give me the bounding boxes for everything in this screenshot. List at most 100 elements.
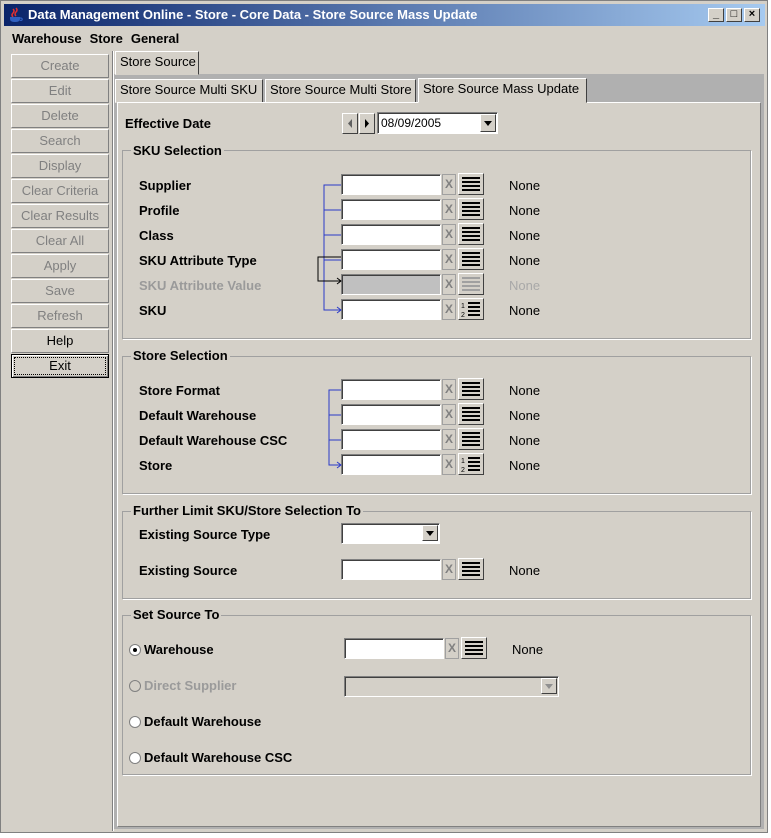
apply-button[interactable]: Apply — [11, 254, 109, 278]
tab-store-source[interactable]: Store Source — [115, 51, 199, 75]
search-button[interactable]: Search — [11, 129, 109, 153]
warehouse-source-input[interactable] — [344, 638, 444, 659]
default-warehouse-radio-label[interactable]: Default Warehouse — [144, 714, 261, 729]
default-warehouse-csc-radio[interactable] — [129, 752, 141, 764]
default-warehouse-csc-radio-label[interactable]: Default Warehouse CSC — [144, 750, 292, 765]
default-warehouse-csc-input[interactable] — [341, 429, 441, 450]
java-cup-icon — [10, 7, 23, 22]
effective-date-value: 08/09/2005 — [381, 116, 442, 130]
store-format-lookup-button[interactable] — [458, 378, 484, 400]
clear-icon[interactable]: X — [442, 404, 456, 425]
sku-attribute-value-input — [341, 274, 441, 295]
effective-date-combo[interactable]: 08/09/2005 — [377, 112, 498, 134]
date-next-button[interactable] — [359, 113, 375, 134]
set-source-title: Set Source To — [131, 607, 222, 622]
clear-icon[interactable]: X — [442, 199, 456, 220]
default-warehouse-input[interactable] — [341, 404, 441, 425]
clear-icon[interactable]: X — [442, 174, 456, 195]
default-warehouse-lookup-button[interactable] — [458, 403, 484, 425]
clear-results-button[interactable]: Clear Results — [11, 204, 109, 228]
class-input[interactable] — [341, 224, 441, 245]
clear-icon[interactable]: X — [442, 224, 456, 245]
help-button[interactable]: Help — [11, 329, 109, 353]
exit-button[interactable]: Exit — [11, 354, 109, 378]
numbered-list-icon: 12 — [461, 457, 480, 474]
list-lookup-icon — [462, 407, 480, 421]
existing-source-lookup-button[interactable] — [458, 558, 484, 580]
sku-attribute-type-lookup-button[interactable] — [458, 248, 484, 270]
profile-lookup-button[interactable] — [458, 198, 484, 220]
create-button[interactable]: Create — [11, 54, 109, 78]
date-prev-button[interactable] — [342, 113, 358, 134]
store-format-result: None — [509, 383, 541, 398]
action-sidebar: Create Edit Delete Search Display Clear … — [11, 54, 109, 379]
menu-general[interactable]: General — [129, 28, 185, 46]
clear-icon[interactable]: X — [442, 249, 456, 270]
delete-button[interactable]: Delete — [11, 104, 109, 128]
sku-multi-lookup-button[interactable]: 12 — [458, 298, 484, 320]
sku-attribute-type-input[interactable] — [341, 249, 441, 270]
list-lookup-icon — [462, 202, 480, 216]
supplier-input[interactable] — [341, 174, 441, 195]
clear-all-button[interactable]: Clear All — [11, 229, 109, 253]
arrow-right-icon — [365, 119, 369, 128]
supplier-lookup-button[interactable] — [458, 173, 484, 195]
store-format-input[interactable] — [341, 379, 441, 400]
existing-source-input[interactable] — [341, 559, 441, 580]
existing-source-type-select[interactable] — [341, 523, 440, 544]
warehouse-radio[interactable] — [129, 644, 141, 656]
menu-store[interactable]: Store — [88, 28, 129, 46]
svg-text:1: 1 — [461, 458, 465, 465]
clear-icon[interactable]: X — [442, 559, 456, 580]
sku-attribute-type-label: SKU Attribute Type — [139, 253, 257, 268]
default-warehouse-radio[interactable] — [129, 716, 141, 728]
effective-date-label: Effective Date — [125, 116, 211, 131]
sku-selection-title: SKU Selection — [131, 143, 224, 158]
direct-supplier-select — [344, 676, 559, 697]
warehouse-source-lookup-button[interactable] — [461, 637, 487, 659]
numbered-list-icon: 12 — [461, 302, 480, 319]
refresh-button[interactable]: Refresh — [11, 304, 109, 328]
edit-button[interactable]: Edit — [11, 79, 109, 103]
menu-warehouse[interactable]: Warehouse — [4, 28, 88, 46]
list-lookup-icon — [462, 562, 480, 576]
effective-date-dropdown[interactable] — [480, 114, 496, 132]
window-title: Data Management Online - Store - Core Da… — [28, 7, 478, 22]
arrow-left-icon — [348, 119, 352, 128]
default-warehouse-label: Default Warehouse — [139, 408, 257, 423]
maximize-button[interactable]: □ — [726, 8, 742, 22]
clear-icon[interactable]: X — [445, 638, 459, 659]
save-button[interactable]: Save — [11, 279, 109, 303]
clear-icon[interactable]: X — [442, 379, 456, 400]
svg-text:2: 2 — [461, 467, 465, 474]
tab-store-source-multi-store[interactable]: Store Source Multi Store — [265, 79, 416, 103]
default-warehouse-csc-result: None — [509, 433, 541, 448]
store-input[interactable] — [341, 454, 441, 475]
clear-icon[interactable]: X — [442, 429, 456, 450]
sku-result: None — [509, 303, 541, 318]
clear-icon[interactable]: X — [442, 454, 456, 475]
default-warehouse-csc-lookup-button[interactable] — [458, 428, 484, 450]
clear-criteria-button[interactable]: Clear Criteria — [11, 179, 109, 203]
close-button[interactable]: × — [744, 8, 760, 22]
store-multi-lookup-button[interactable]: 12 — [458, 453, 484, 475]
list-lookup-icon — [462, 177, 480, 191]
minimize-button[interactable]: _ — [708, 8, 724, 22]
store-format-label: Store Format — [139, 383, 220, 398]
class-lookup-button[interactable] — [458, 223, 484, 245]
warehouse-radio-label[interactable]: Warehouse — [144, 642, 214, 657]
clear-icon[interactable]: X — [442, 299, 456, 320]
tab-store-source-multi-sku[interactable]: Store Source Multi SKU — [115, 79, 263, 103]
tab-store-source-mass-update[interactable]: Store Source Mass Update — [418, 78, 587, 103]
existing-source-type-dropdown[interactable] — [422, 525, 438, 541]
class-label: Class — [139, 228, 174, 243]
chevron-down-icon — [426, 531, 434, 536]
display-button[interactable]: Display — [11, 154, 109, 178]
profile-input[interactable] — [341, 199, 441, 220]
menu-bar: Warehouse Store General — [4, 28, 185, 48]
sku-input[interactable] — [341, 299, 441, 320]
list-lookup-icon — [462, 382, 480, 396]
profile-result: None — [509, 203, 541, 218]
list-lookup-icon — [462, 277, 480, 291]
sku-label: SKU — [139, 303, 167, 318]
